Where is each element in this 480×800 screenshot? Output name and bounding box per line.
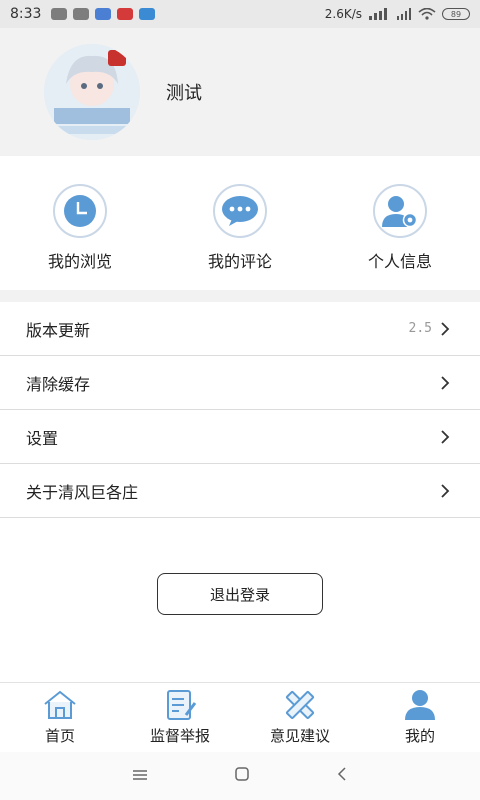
wechat-icon [73,8,90,20]
browser-app-icon [139,8,156,20]
about-label: 关于清风巨各庄 [26,482,139,502]
tab-home[interactable]: 首页 [0,683,120,752]
quick-actions: 我的浏览 我的评论 个人信息 [0,156,480,290]
personal-info-label: 个人信息 [367,252,432,271]
my-browsing-button[interactable]: 我的浏览 [15,184,145,272]
status-bar: 8:33 2.6K/s 89 [0,0,480,28]
version-update-row[interactable]: 版本更新 2.5 [0,302,480,356]
user-settings-icon [373,184,427,238]
notification-icons [51,8,156,20]
personal-info-button[interactable]: 个人信息 [335,184,465,272]
home-icon [44,690,76,719]
profile-header: 测试 [0,28,480,156]
home-square-icon[interactable] [234,766,250,786]
tab-suggestions[interactable]: 意见建议 [240,683,360,752]
wechat-icon [51,8,68,20]
tab-report-label: 监督举报 [149,727,210,745]
chevron-right-icon [441,429,450,444]
settings-row[interactable]: 设置 [0,410,480,464]
video-app-icon [95,8,112,20]
menu-icon[interactable] [132,767,148,786]
network-speed: 2.6K/s [324,7,362,21]
chevron-right-icon [441,321,450,336]
tab-mine-label: 我的 [404,727,435,745]
username: 测试 [166,83,202,104]
news-app-icon [117,8,134,20]
status-time: 8:33 [10,6,42,22]
logout-button[interactable]: 退出登录 [157,573,323,615]
wifi-icon [418,8,436,20]
signal-icon [397,8,411,20]
my-comments-button[interactable]: 我的评论 [175,184,305,272]
version-value: 2.5 [408,321,432,336]
tab-suggestions-label: 意见建议 [269,727,330,745]
clear-cache-row[interactable]: 清除缓存 [0,356,480,410]
profile-page: 8:33 2.6K/s 89 测试 我的浏览 我的评论 个人信息 版本更新 2.… [0,0,480,800]
clock-icon [53,184,107,238]
avatar-illustration [44,44,140,140]
report-icon [167,690,197,720]
bottom-tab-bar: 首页 监督举报 意见建议 我的 [0,682,480,752]
about-row[interactable]: 关于清风巨各庄 [0,464,480,518]
tab-home-label: 首页 [44,727,75,745]
logout-area: 退出登录 [0,573,480,615]
user-icon [405,690,435,720]
system-nav-bar [0,752,480,800]
back-icon[interactable] [336,766,348,786]
clear-cache-label: 清除缓存 [26,374,91,394]
my-comments-label: 我的评论 [207,252,272,271]
version-update-label: 版本更新 [26,320,91,340]
chevron-right-icon [441,483,450,498]
my-browsing-label: 我的浏览 [47,252,112,271]
settings-menu: 版本更新 2.5 清除缓存 设置 关于清风巨各庄 [0,302,480,518]
status-right: 2.6K/s 89 [325,7,470,21]
settings-label: 设置 [26,428,59,448]
pencil-ruler-icon [285,690,315,720]
tab-mine[interactable]: 我的 [360,683,480,752]
signal-icon [369,8,387,20]
battery-icon: 89 [442,8,470,20]
section-divider [0,290,480,302]
chevron-right-icon [441,375,450,390]
comment-bubble-icon [213,184,267,238]
avatar[interactable] [44,44,140,140]
tab-report[interactable]: 监督举报 [120,683,240,752]
